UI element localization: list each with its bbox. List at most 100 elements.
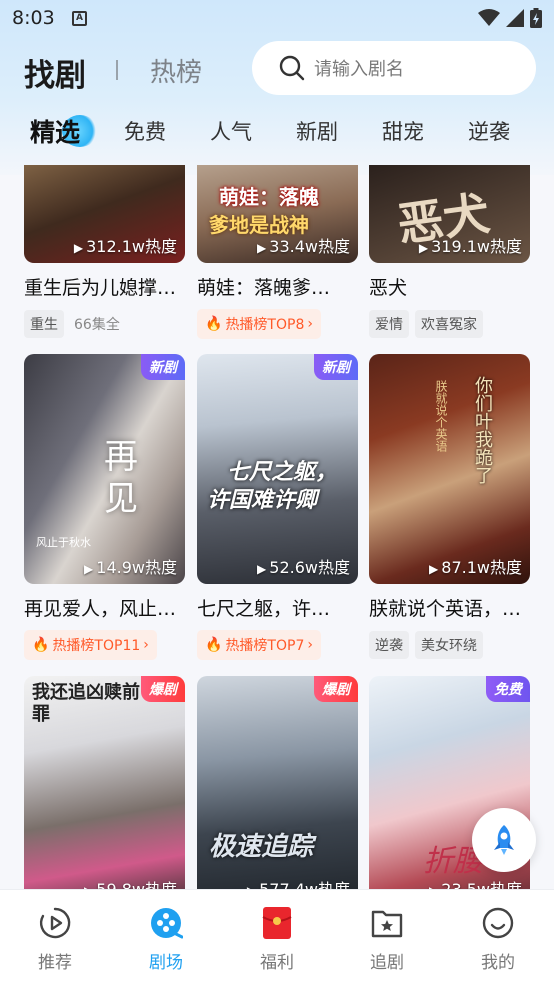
hot-badge: 爆剧 — [314, 676, 358, 702]
drama-poster[interactable]: 萌娃：落魄 爹地是战神 ▶ 33.4w热度 — [197, 165, 358, 263]
nav-theater[interactable]: 剧场 — [126, 906, 206, 973]
nav-following[interactable]: 追剧 — [347, 906, 427, 973]
genre-tag[interactable]: 爱情 — [369, 310, 409, 338]
tab-find-drama[interactable]: 找剧 — [24, 50, 86, 95]
drama-card[interactable]: 恶犬 ▶ 319.1w热度 恶犬 爱情 欢喜冤家 — [369, 165, 530, 338]
drama-poster[interactable]: 再见 风止于秋水 新剧 ▶ 14.9w热度 — [24, 354, 185, 584]
drama-card[interactable]: 七尺之躯， 许国难许卿 新剧 ▶ 52.6w热度 七尺之躯，许… 🔥 热播榜TOP7… — [197, 354, 358, 660]
drama-tags: 重生 66集全 — [24, 310, 185, 338]
heat-count: ▶23.5w热度 — [429, 876, 522, 889]
category-tab-new[interactable]: 新剧 — [296, 116, 338, 146]
drama-grid: ▶ 312.1w热度 重生后为儿媳撑… 重生 66集全 萌娃：落魄 爹地是战神 ▶… — [0, 165, 554, 889]
drama-tags: 🔥 热播榜TOP8 › — [197, 309, 358, 339]
genre-tag[interactable]: 逆袭 — [369, 631, 409, 659]
tab-hot-list[interactable]: 热榜 — [150, 52, 202, 89]
drama-poster[interactable]: 七尺之躯， 许国难许卿 新剧 ▶ 52.6w热度 — [197, 354, 358, 584]
rank-badge[interactable]: 🔥 热播榜TOP7 › — [197, 630, 321, 660]
drama-poster[interactable]: 我还追凶赎前罪 爆剧 ▶59.8w热度 — [24, 676, 185, 889]
chevron-right-icon: › — [143, 637, 149, 653]
drama-title: 朕就说个英语，… — [369, 598, 522, 620]
drama-title: 重生后为儿媳撑… — [24, 277, 177, 299]
chevron-right-icon: › — [307, 316, 313, 332]
category-tab-counterattack[interactable]: 逆袭 — [468, 116, 510, 146]
poster-title-text: 我还追凶赎前罪 — [32, 682, 140, 725]
red-envelope-icon — [262, 907, 292, 939]
nav-recommend[interactable]: 推荐 — [15, 906, 95, 973]
flame-icon: 🔥 — [205, 316, 223, 332]
folder-star-icon — [371, 910, 403, 938]
signal-icon — [506, 9, 524, 27]
title-divider — [116, 60, 118, 80]
play-icon: ▶ — [257, 241, 267, 255]
free-badge: 免费 — [486, 676, 530, 702]
drama-card[interactable]: 你们叶我跪了 朕就说个英语 ▶ 87.1w热度 朕就说个英语，… 逆袭 美女环绕 — [369, 354, 530, 659]
play-icon: ▶ — [73, 241, 84, 255]
poster-title-text: 极速追踪 — [209, 832, 314, 862]
heat-count: ▶ 319.1w热度 — [418, 237, 522, 256]
search-placeholder: 请输入剧名 — [314, 59, 404, 80]
drama-poster[interactable]: 极速追踪 爆剧 ▶577.4w热度 — [197, 676, 358, 889]
notification-a-icon: A — [72, 11, 87, 26]
episode-count: 66集全 — [74, 317, 120, 333]
poster-subtitle-text: 朕就说个英语 — [434, 380, 448, 452]
genre-tag[interactable]: 欢喜冤家 — [415, 310, 483, 338]
genre-tag[interactable]: 重生 — [24, 310, 64, 338]
drama-poster[interactable]: 你们叶我跪了 朕就说个英语 ▶ 87.1w热度 — [369, 354, 530, 584]
nav-mine[interactable]: 我的 — [458, 906, 538, 973]
theater-icon — [151, 908, 183, 939]
status-bar: 8:03 A — [0, 0, 554, 36]
drama-title: 再见爱人，风止… — [24, 598, 177, 620]
drama-title: 恶犬 — [369, 277, 408, 299]
heat-count: ▶ 87.1w热度 — [429, 558, 522, 577]
poster-title-text: 许国难许卿 — [207, 488, 318, 513]
heat-count: ▶ 14.9w热度 — [84, 558, 177, 577]
nav-label: 推荐 — [38, 953, 72, 973]
nav-welfare[interactable]: 福利 — [237, 906, 317, 973]
battery-icon — [530, 8, 542, 28]
drama-tags: 🔥 热播榜TOP11 › — [24, 630, 185, 660]
category-tab-sweet[interactable]: 甜宠 — [382, 116, 424, 146]
drama-card[interactable]: ▶ 312.1w热度 重生后为儿媳撑… 重生 66集全 — [24, 165, 185, 338]
nav-label: 剧场 — [149, 953, 183, 973]
heat-count: ▶ 52.6w热度 — [257, 558, 350, 577]
drama-card[interactable]: 极速追踪 爆剧 ▶577.4w热度 — [197, 676, 358, 889]
hot-badge: 爆剧 — [141, 676, 185, 702]
drama-card[interactable]: 我还追凶赎前罪 爆剧 ▶59.8w热度 — [24, 676, 185, 889]
flame-icon: 🔥 — [32, 637, 50, 653]
genre-tag[interactable]: 美女环绕 — [415, 631, 483, 659]
category-tab-popular[interactable]: 人气 — [210, 116, 252, 146]
heat-count: ▶59.8w热度 — [84, 876, 177, 889]
drama-card[interactable]: 再见 风止于秋水 新剧 ▶ 14.9w热度 再见爱人，风止… 🔥 热播榜TOP11 › — [24, 354, 185, 660]
drama-poster[interactable]: ▶ 312.1w热度 — [24, 165, 185, 263]
heat-count: ▶ 312.1w热度 — [73, 237, 177, 256]
heat-count: ▶ 33.4w热度 — [257, 237, 350, 256]
bottom-nav: 推荐 剧场 福利 追剧 我的 — [0, 889, 554, 985]
category-tab-featured[interactable]: 精选 — [30, 113, 80, 149]
poster-title-text: 再见 — [104, 437, 138, 519]
rank-badge[interactable]: 🔥 热播榜TOP11 › — [24, 630, 157, 660]
drama-poster[interactable]: 恶犬 ▶ 319.1w热度 — [369, 165, 530, 263]
wifi-icon — [478, 9, 500, 26]
chevron-right-icon: › — [307, 637, 313, 653]
drama-title: 七尺之躯，许… — [197, 598, 331, 620]
drama-tags: 🔥 热播榜TOP7 › — [197, 630, 358, 660]
rocket-icon — [494, 825, 514, 855]
rank-badge[interactable]: 🔥 热播榜TOP8 › — [197, 309, 321, 339]
back-to-top-button[interactable] — [472, 808, 536, 872]
category-tabs: 精选 免费 人气 新剧 甜宠 逆袭 — [0, 110, 554, 154]
top-header: 找剧 热榜 请输入剧名 — [0, 40, 554, 100]
search-input[interactable]: 请输入剧名 — [252, 41, 536, 95]
play-icon: ▶ — [429, 562, 439, 576]
poster-subtitle-text: 风止于秋水 — [36, 536, 91, 549]
heat-count: ▶577.4w热度 — [247, 876, 350, 889]
play-icon: ▶ — [257, 562, 267, 576]
status-icons — [478, 8, 542, 28]
drama-card[interactable]: 萌娃：落魄 爹地是战神 ▶ 33.4w热度 萌娃：落魄爹… 🔥 热播榜TOP8 › — [197, 165, 358, 339]
drama-tags: 逆袭 美女环绕 — [369, 631, 530, 659]
nav-label: 福利 — [260, 953, 294, 973]
nav-label: 我的 — [481, 953, 515, 973]
drama-title: 萌娃：落魄爹… — [197, 277, 331, 299]
new-badge: 新剧 — [141, 354, 185, 380]
search-icon — [279, 55, 305, 81]
category-tab-free[interactable]: 免费 — [124, 116, 166, 146]
